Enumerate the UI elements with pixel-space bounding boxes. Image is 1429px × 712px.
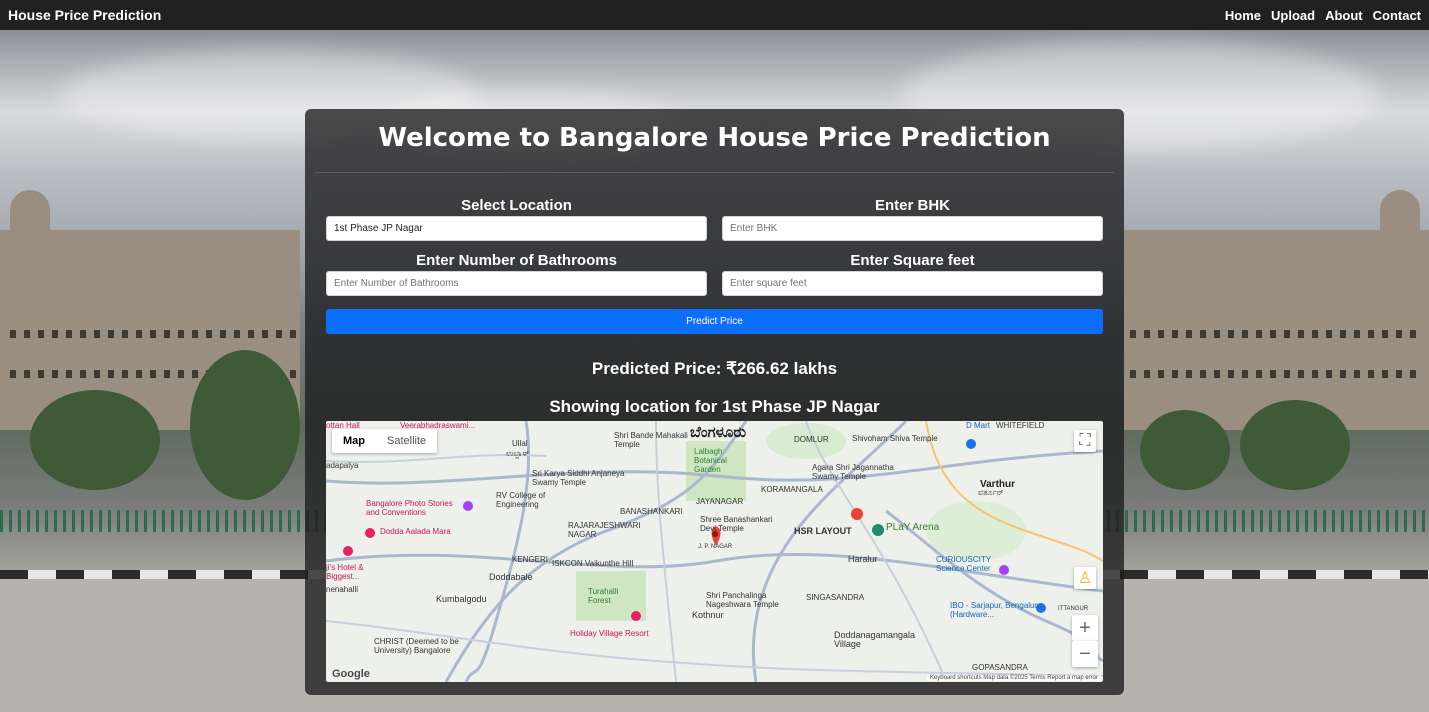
- map-place-label: ISKCON Vaikunthe Hill: [552, 559, 634, 568]
- nav-home-link[interactable]: Home: [1225, 8, 1261, 23]
- zoom-out-icon[interactable]: −: [1072, 641, 1098, 667]
- bathrooms-input[interactable]: [326, 271, 707, 296]
- pegman-icon[interactable]: ♙: [1074, 567, 1096, 589]
- sqft-input[interactable]: [722, 271, 1103, 296]
- predict-price-button[interactable]: Predict Price: [326, 309, 1103, 334]
- bathrooms-label: Enter Number of Bathrooms: [416, 252, 617, 269]
- bhk-input[interactable]: [722, 216, 1103, 241]
- map-place-label: SINGASANDRA: [806, 593, 865, 602]
- map-place-label: Doddanagamangala Village: [834, 630, 916, 649]
- map-place-label: RV College of Engineering: [496, 491, 546, 509]
- map-place-label: CHRIST (Deemed to be University) Bangalo…: [374, 637, 459, 655]
- map-attribution[interactable]: Keyboard shortcuts Map data ©2025 Terms …: [926, 675, 1101, 681]
- map-place-label: ji's Hotel & Biggest...: [326, 563, 364, 581]
- nav-contact-link[interactable]: Contact: [1373, 8, 1421, 23]
- prediction-card: Welcome to Bangalore House Price Predict…: [305, 109, 1124, 695]
- nav-upload-link[interactable]: Upload: [1271, 8, 1315, 23]
- map-place-label: JAYANAGAR: [696, 497, 744, 506]
- map-place-label: Agara Shri Jagannatha Swamy Temple: [812, 463, 894, 481]
- map-place-label: ಉಲ್ಲಾಳ್: [506, 449, 530, 458]
- map-place-label: Shree Banashankari Devi Temple: [700, 515, 773, 533]
- map-place-label: ITTANGUR: [1058, 606, 1089, 612]
- map-place-label: PLaY Arena: [886, 522, 940, 533]
- map-place-label: Lalbagh Botanical Garden: [694, 447, 727, 474]
- location-label: Select Location: [461, 197, 572, 214]
- navbar: House Price Prediction Home Upload About…: [0, 0, 1429, 30]
- map-place-label: KENGERI: [512, 555, 549, 564]
- google-map[interactable]: ಬೆಂಗಳೂರು Ullal ಉಲ್ಲಾಳ್ Shri Bande Mahaka…: [326, 421, 1103, 682]
- map-place-label: Shri Bande Mahakali Temple: [614, 431, 688, 449]
- map-place-label: D Mart: [966, 421, 990, 430]
- nav-links: Home Upload About Contact: [1225, 8, 1421, 23]
- map-place-label: Kumbalgodu: [436, 594, 487, 604]
- zoom-in-icon[interactable]: +: [1072, 615, 1098, 641]
- map-place-label: WHITEFIELD: [996, 421, 1045, 430]
- map-place-label: RAJARAJESHWARI NAGAR: [568, 521, 641, 539]
- map-place-label: Kothnur: [692, 610, 724, 620]
- satellite-tab[interactable]: Satellite: [376, 429, 437, 453]
- map-place-label: J. P. NAGAR: [698, 544, 733, 550]
- city-label: ಬೆಂಗಳೂರು: [690, 424, 747, 441]
- map-tab[interactable]: Map: [332, 429, 376, 453]
- nav-about-link[interactable]: About: [1325, 8, 1363, 23]
- map-place-label: Shri Panchalinga Nageshwara Temple: [706, 591, 779, 609]
- map-place-label: adapalya: [326, 461, 359, 470]
- fullscreen-icon[interactable]: ⛶: [1074, 430, 1096, 452]
- map-place-label: GOPASANDRA: [972, 663, 1028, 672]
- map-place-label: Shivoham Shiva Temple: [852, 434, 938, 443]
- map-place-label: Ullal: [512, 439, 528, 448]
- map-place-label: Haralur: [848, 554, 878, 564]
- map-place-label: Bangalore Photo Stories and Conventions: [366, 499, 453, 517]
- map-place-label: HSR LAYOUT: [794, 526, 852, 536]
- title-divider: [315, 172, 1114, 173]
- map-place-label: IBO - Sarjapur, Bengaluru (Hardware...: [950, 601, 1042, 619]
- sqft-label: Enter Square feet: [850, 252, 975, 269]
- map-type-control: Map Satellite: [332, 429, 438, 453]
- map-place-label: ವರ್ತೂರ್: [978, 488, 1004, 497]
- map-place-label: Holiday Village Resort: [570, 629, 649, 638]
- location-heading: Showing location for 1st Phase JP Nagar: [549, 397, 880, 416]
- brand-title[interactable]: House Price Prediction: [8, 7, 161, 23]
- predicted-price: Predicted Price: ₹266.62 lakhs: [591, 359, 838, 378]
- map-place-label: CURIOUSCITY Science Center: [936, 555, 991, 573]
- google-logo: Google: [332, 668, 370, 680]
- bhk-label: Enter BHK: [874, 197, 950, 214]
- map-place-label: Turahalli Forest: [588, 587, 619, 605]
- map-place-label: DOMLUR: [794, 435, 829, 444]
- map-place-label: Dodda Aalada Mara: [380, 527, 451, 536]
- map-place-label: nenahalli: [326, 585, 359, 594]
- map-place-label: Doddabale: [489, 572, 533, 582]
- location-select[interactable]: [326, 216, 707, 241]
- map-place-label: KORAMANGALA: [761, 485, 823, 494]
- map-place-label: Sri Karya Siddhi Anjaneya Swamy Temple: [532, 469, 625, 487]
- map-place-label: BANASHANKARI: [620, 507, 683, 516]
- page-title: Welcome to Bangalore House Price Predict…: [378, 123, 1051, 153]
